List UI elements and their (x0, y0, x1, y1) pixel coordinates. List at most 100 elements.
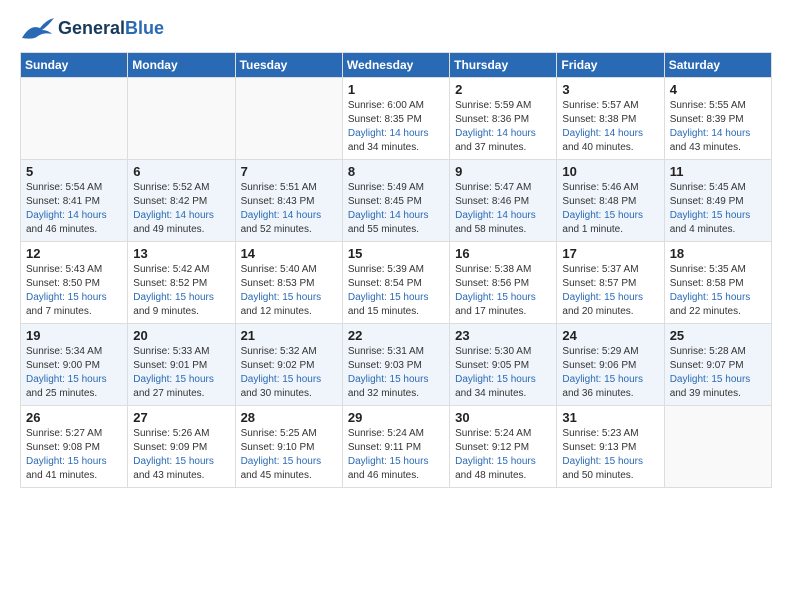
logo-bird-icon (20, 16, 54, 42)
day-number: 25 (670, 328, 766, 343)
calendar-cell: 3Sunrise: 5:57 AMSunset: 8:38 PMDaylight… (557, 78, 664, 160)
calendar-cell: 26 Sunrise: 5:27 AMSunset: 9:08 PMDayligh… (21, 406, 128, 488)
calendar-cell (21, 78, 128, 160)
day-number: 15 (348, 246, 444, 261)
day-info: Sunrise: 5:46 AMSunset: 8:48 PMDaylight:… (562, 181, 658, 237)
calendar-col-tuesday: Tuesday (235, 53, 342, 78)
day-info: Sunrise: 5:57 AMSunset: 8:38 PMDaylight:… (562, 99, 658, 155)
day-number: 21 (241, 328, 337, 343)
day-number: 13 (133, 246, 229, 261)
calendar-cell: 30 Sunrise: 5:24 AMSunset: 9:12 PMDayligh… (450, 406, 557, 488)
day-number: 20 (133, 328, 229, 343)
day-info: Sunrise: 5:34 AMSunset: 9:00 PMDaylight:… (26, 345, 122, 401)
day-number: 23 (455, 328, 551, 343)
day-number: 7 (241, 164, 337, 179)
calendar-cell: 16 Sunrise: 5:38 AMSunset: 8:56 PMDayligh… (450, 242, 557, 324)
calendar-cell: 17Sunrise: 5:37 AMSunset: 8:57 PMDayligh… (557, 242, 664, 324)
calendar-cell: 1 Sunrise: 6:00 AMSunset: 8:35 PMDaylight… (342, 78, 449, 160)
calendar-cell: 24Sunrise: 5:29 AMSunset: 9:06 PMDayligh… (557, 324, 664, 406)
day-number: 17 (562, 246, 658, 261)
day-number: 6 (133, 164, 229, 179)
day-info: Sunrise: 6:00 AMSunset: 8:35 PMDaylight:… (348, 99, 444, 155)
calendar-week-row: 19 Sunrise: 5:34 AMSunset: 9:00 PMDayligh… (21, 324, 772, 406)
day-info: Sunrise: 5:47 AMSunset: 8:46 PMDaylight:… (455, 181, 551, 237)
header: GeneralBlue (20, 16, 772, 42)
calendar-cell: 27 Sunrise: 5:26 AMSunset: 9:09 PMDayligh… (128, 406, 235, 488)
day-number: 14 (241, 246, 337, 261)
day-number: 27 (133, 410, 229, 425)
day-info: Sunrise: 5:24 AMSunset: 9:11 PMDaylight:… (348, 427, 444, 483)
day-number: 12 (26, 246, 122, 261)
day-number: 24 (562, 328, 658, 343)
day-info: Sunrise: 5:45 AMSunset: 8:49 PMDaylight:… (670, 181, 766, 237)
calendar-col-saturday: Saturday (664, 53, 771, 78)
calendar-cell (664, 406, 771, 488)
day-info: Sunrise: 5:51 AMSunset: 8:43 PMDaylight:… (241, 181, 337, 237)
day-number: 1 (348, 82, 444, 97)
logo-general: General (58, 18, 125, 38)
day-info: Sunrise: 5:39 AMSunset: 8:54 PMDaylight:… (348, 263, 444, 319)
calendar-cell: 6 Sunrise: 5:52 AMSunset: 8:42 PMDaylight… (128, 160, 235, 242)
day-info: Sunrise: 5:42 AMSunset: 8:52 PMDaylight:… (133, 263, 229, 319)
calendar-cell: 29 Sunrise: 5:24 AMSunset: 9:11 PMDayligh… (342, 406, 449, 488)
calendar-cell: 10 Sunrise: 5:46 AMSunset: 8:48 PMDayligh… (557, 160, 664, 242)
day-number: 29 (348, 410, 444, 425)
day-info: Sunrise: 5:40 AMSunset: 8:53 PMDaylight:… (241, 263, 337, 319)
day-number: 18 (670, 246, 766, 261)
day-info: Sunrise: 5:24 AMSunset: 9:12 PMDaylight:… (455, 427, 551, 483)
calendar-cell: 23 Sunrise: 5:30 AMSunset: 9:05 PMDayligh… (450, 324, 557, 406)
calendar-cell: 7 Sunrise: 5:51 AMSunset: 8:43 PMDaylight… (235, 160, 342, 242)
calendar-cell: 15 Sunrise: 5:39 AMSunset: 8:54 PMDayligh… (342, 242, 449, 324)
calendar-cell: 9 Sunrise: 5:47 AMSunset: 8:46 PMDaylight… (450, 160, 557, 242)
day-info: Sunrise: 5:32 AMSunset: 9:02 PMDaylight:… (241, 345, 337, 401)
logo-blue: Blue (125, 18, 164, 38)
calendar-cell: 20 Sunrise: 5:33 AMSunset: 9:01 PMDayligh… (128, 324, 235, 406)
calendar-header-row: SundayMondayTuesdayWednesdayThursdayFrid… (21, 53, 772, 78)
day-number: 9 (455, 164, 551, 179)
calendar-cell: 5Sunrise: 5:54 AMSunset: 8:41 PMDaylight… (21, 160, 128, 242)
calendar-table: SundayMondayTuesdayWednesdayThursdayFrid… (20, 52, 772, 488)
calendar-cell: 14 Sunrise: 5:40 AMSunset: 8:53 PMDayligh… (235, 242, 342, 324)
logo: GeneralBlue (20, 16, 164, 42)
calendar-week-row: 1 Sunrise: 6:00 AMSunset: 8:35 PMDaylight… (21, 78, 772, 160)
day-info: Sunrise: 5:38 AMSunset: 8:56 PMDaylight:… (455, 263, 551, 319)
calendar-week-row: 26 Sunrise: 5:27 AMSunset: 9:08 PMDayligh… (21, 406, 772, 488)
calendar-week-row: 12Sunrise: 5:43 AMSunset: 8:50 PMDayligh… (21, 242, 772, 324)
calendar-week-row: 5Sunrise: 5:54 AMSunset: 8:41 PMDaylight… (21, 160, 772, 242)
day-info: Sunrise: 5:27 AMSunset: 9:08 PMDaylight:… (26, 427, 122, 483)
day-number: 26 (26, 410, 122, 425)
calendar-cell: 31Sunrise: 5:23 AMSunset: 9:13 PMDayligh… (557, 406, 664, 488)
calendar-col-friday: Friday (557, 53, 664, 78)
day-number: 8 (348, 164, 444, 179)
calendar-col-thursday: Thursday (450, 53, 557, 78)
calendar-cell: 28 Sunrise: 5:25 AMSunset: 9:10 PMDayligh… (235, 406, 342, 488)
day-info: Sunrise: 5:25 AMSunset: 9:10 PMDaylight:… (241, 427, 337, 483)
day-number: 10 (562, 164, 658, 179)
day-number: 4 (670, 82, 766, 97)
calendar-cell: 21 Sunrise: 5:32 AMSunset: 9:02 PMDayligh… (235, 324, 342, 406)
calendar-cell: 13 Sunrise: 5:42 AMSunset: 8:52 PMDayligh… (128, 242, 235, 324)
calendar-cell: 19 Sunrise: 5:34 AMSunset: 9:00 PMDayligh… (21, 324, 128, 406)
day-info: Sunrise: 5:28 AMSunset: 9:07 PMDaylight:… (670, 345, 766, 401)
calendar-cell: 4Sunrise: 5:55 AMSunset: 8:39 PMDaylight… (664, 78, 771, 160)
day-info: Sunrise: 5:30 AMSunset: 9:05 PMDaylight:… (455, 345, 551, 401)
day-number: 2 (455, 82, 551, 97)
calendar-col-sunday: Sunday (21, 53, 128, 78)
page: GeneralBlue SundayMondayTuesdayWednesday… (0, 0, 792, 504)
day-info: Sunrise: 5:31 AMSunset: 9:03 PMDaylight:… (348, 345, 444, 401)
calendar-cell (235, 78, 342, 160)
calendar-cell (128, 78, 235, 160)
day-info: Sunrise: 5:54 AMSunset: 8:41 PMDaylight:… (26, 181, 122, 237)
day-number: 19 (26, 328, 122, 343)
day-number: 16 (455, 246, 551, 261)
day-number: 30 (455, 410, 551, 425)
calendar-col-monday: Monday (128, 53, 235, 78)
day-info: Sunrise: 5:33 AMSunset: 9:01 PMDaylight:… (133, 345, 229, 401)
day-info: Sunrise: 5:59 AMSunset: 8:36 PMDaylight:… (455, 99, 551, 155)
day-number: 28 (241, 410, 337, 425)
day-info: Sunrise: 5:26 AMSunset: 9:09 PMDaylight:… (133, 427, 229, 483)
day-info: Sunrise: 5:52 AMSunset: 8:42 PMDaylight:… (133, 181, 229, 237)
calendar-cell: 25 Sunrise: 5:28 AMSunset: 9:07 PMDayligh… (664, 324, 771, 406)
day-info: Sunrise: 5:23 AMSunset: 9:13 PMDaylight:… (562, 427, 658, 483)
calendar-cell: 12Sunrise: 5:43 AMSunset: 8:50 PMDayligh… (21, 242, 128, 324)
